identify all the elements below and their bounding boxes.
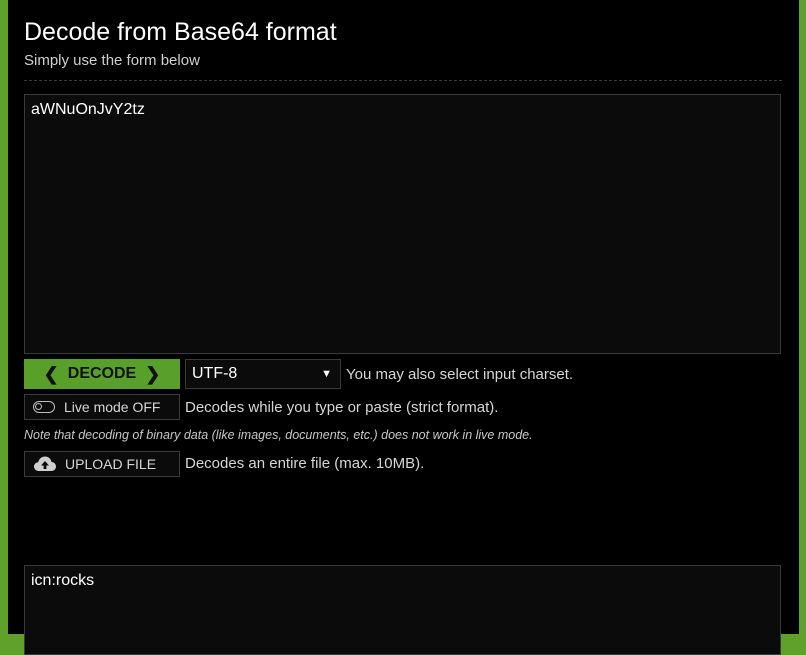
live-mode-toggle[interactable]: Live mode OFF [24, 394, 180, 420]
live-mode-note: Note that decoding of binary data (like … [24, 428, 533, 442]
page-subtitle: Simply use the form below [24, 52, 200, 69]
chevron-left-icon: ❮ [43, 364, 59, 384]
cloud-upload-icon [33, 455, 57, 473]
live-mode-label: Live mode OFF [64, 399, 161, 415]
page: Decode from Base64 format Simply use the… [8, 0, 799, 655]
live-mode-hint: Decodes while you type or paste (strict … [185, 399, 499, 416]
caret-down-icon: ▼ [321, 368, 332, 380]
charset-hint: You may also select input charset. [346, 366, 574, 383]
charset-value: UTF-8 [192, 365, 238, 382]
upload-hint: Decodes an entire file (max. 10MB). [185, 455, 425, 472]
toggle-icon [33, 401, 55, 413]
decode-button-label: DECODE [67, 365, 137, 382]
decoded-output[interactable]: icn:rocks [24, 565, 781, 655]
upload-file-label: UPLOAD FILE [65, 456, 157, 472]
base64-input[interactable]: aWNuOnJvY2tz [24, 94, 781, 354]
upload-file-button[interactable]: UPLOAD FILE [24, 451, 180, 477]
divider [24, 80, 782, 81]
chevron-right-icon: ❯ [145, 364, 161, 384]
decode-button[interactable]: ❮ DECODE ❯ [24, 359, 180, 389]
charset-select[interactable]: UTF-8 ▼ [185, 359, 341, 389]
page-title: Decode from Base64 format [24, 18, 337, 46]
